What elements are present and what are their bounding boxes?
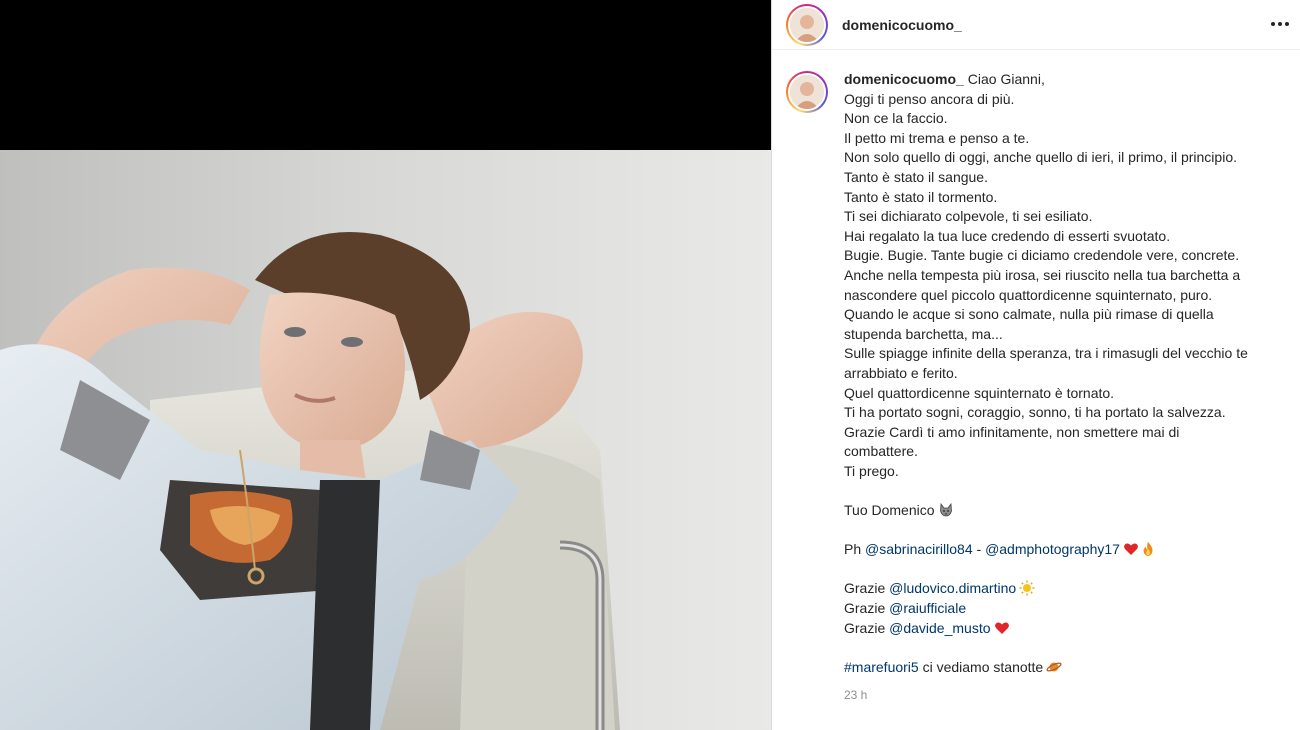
mention-link[interactable]: @admphotography17 <box>985 541 1120 557</box>
caption-line: Bugie. Bugie. Tante bugie ci diciamo cre… <box>844 247 1240 264</box>
caption-line: Ti ha portato sogni, coraggio, sonno, ti… <box>844 404 1226 421</box>
post-photo[interactable] <box>0 150 771 730</box>
signature-line: Tuo Domenico <box>844 501 1292 521</box>
caption-block: domenicocuomo_ Ciao Gianni, Oggi ti penso… <box>786 70 1292 706</box>
caption-line: arrabbiato e ferito. <box>844 364 958 381</box>
caption-line: stupenda barchetta, ma... <box>844 325 1003 342</box>
caption-line: combattere. <box>844 443 918 460</box>
post-media-pane <box>0 0 771 730</box>
author-avatar[interactable] <box>786 3 828 46</box>
thanks-line: Grazie @ludovico.dimartino <box>844 579 1292 599</box>
caption-text: domenicocuomo_ Ciao Gianni, Oggi ti penso… <box>844 70 1292 706</box>
avatar-image <box>788 73 826 111</box>
author-username[interactable]: domenicocuomo_ <box>842 17 962 33</box>
hashtag-link[interactable]: #marefuori5 <box>844 659 919 675</box>
instagram-post-view: domenicocuomo_ domenicocuomo_Ciao Giann <box>0 0 1300 730</box>
signature: Tuo Domenico <box>844 502 935 519</box>
dot-icon <box>1271 22 1275 26</box>
caption-line: Il petto mi trema e penso a te. <box>844 129 1030 146</box>
caption-line: Hai regalato la tua luce credendo di ess… <box>844 227 1171 244</box>
fire-icon <box>1143 542 1153 557</box>
caption-line: Tanto è stato il tormento. <box>844 188 998 205</box>
caption-line: Quando le acque si sono calmate, nulla p… <box>844 306 1214 323</box>
thanks-line: Grazie @raiufficiale <box>844 600 967 617</box>
mention-link[interactable]: @davide_musto <box>889 620 990 636</box>
dot-icon <box>1278 22 1282 26</box>
hashtag-line: #marefuori5 ci vediamo stanotte <box>844 658 1292 678</box>
caption-line: Oggi ti penso ancora di più. <box>844 90 1015 107</box>
post-side-panel: domenicocuomo_ domenicocuomo_Ciao Giann <box>771 0 1300 730</box>
caption-line: Ti prego. <box>844 462 899 479</box>
avatar-photo <box>790 7 824 42</box>
caption-line: Ti sei dichiarato colpevole, ti sei esil… <box>844 208 1093 225</box>
avatar-photo <box>790 75 824 109</box>
sun-icon <box>1019 580 1035 596</box>
post-timestamp[interactable]: 23 h <box>844 686 1292 706</box>
avatar-image <box>788 5 826 44</box>
red-heart-icon <box>1124 543 1138 556</box>
caption-line: Non solo quello di oggi, anche quello di… <box>844 149 1237 166</box>
caption-line: Grazie Cardì ti amo infinitamente, non s… <box>844 423 1180 440</box>
caption-line: Quel quattordicenne squinternato è torna… <box>844 384 1115 401</box>
red-heart-icon <box>994 622 1009 634</box>
mention-link[interactable]: @ludovico.dimartino <box>889 580 1016 596</box>
ringed-planet-icon <box>1046 662 1062 672</box>
caption-line: Anche nella tempesta più irosa, sei rius… <box>844 266 1241 283</box>
post-header: domenicocuomo_ <box>772 0 1300 50</box>
mention-link[interactable]: @sabrinacirillo84 <box>865 541 973 557</box>
caption-line: nascondere quel piccolo quattordicenne s… <box>844 286 1213 303</box>
caption-author-avatar[interactable] <box>786 71 828 113</box>
more-options-button[interactable] <box>1268 12 1292 36</box>
caption-line: Tanto è stato il sangue. <box>844 168 988 185</box>
wolf-icon <box>939 502 952 517</box>
caption-line: domenicocuomo_ Ciao Gianni, <box>844 71 1045 87</box>
dot-icon <box>1285 22 1289 26</box>
caption-line: Non ce la faccio. <box>844 110 948 127</box>
caption-username[interactable]: domenicocuomo_ <box>844 71 964 87</box>
mention-link[interactable]: @raiufficiale <box>889 600 966 616</box>
thanks-line: Grazie @davide_musto <box>844 619 1292 639</box>
credits-line: Ph @sabrinacirillo84 - @admphotography17 <box>844 540 1292 560</box>
caption-line: Sulle spiagge infinite della speranza, t… <box>844 345 1248 362</box>
